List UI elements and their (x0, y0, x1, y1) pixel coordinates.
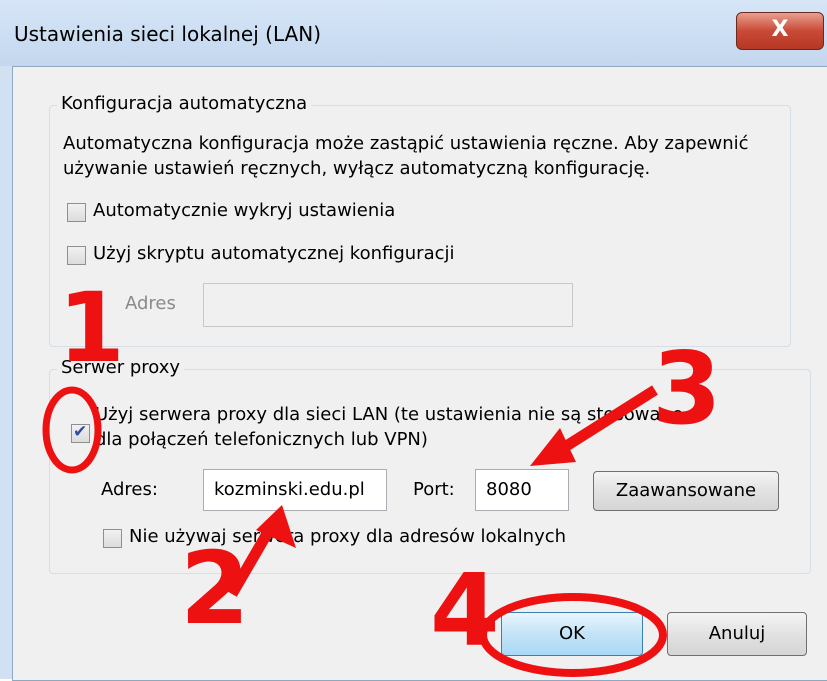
auto-config-group-label: Konfiguracja automatyczna (57, 93, 312, 114)
use-proxy-checkbox[interactable] (71, 422, 90, 443)
close-button[interactable]: X (736, 12, 824, 50)
annotation-step-3: 3 (652, 330, 722, 447)
auto-script-address-label: Adres (125, 293, 176, 314)
auto-detect-label[interactable]: Automatycznie wykryj ustawienia (93, 200, 395, 221)
proxy-port-label: Port: (413, 479, 455, 500)
use-proxy-label-line1[interactable]: Użyj serwera proxy dla sieci LAN (te ust… (95, 404, 683, 425)
auto-script-address-field (203, 283, 573, 327)
bypass-local-checkbox[interactable] (103, 529, 122, 548)
use-proxy-label-line2[interactable]: dla połączeń telefonicznych lub VPN) (95, 429, 428, 450)
auto-script-label[interactable]: Użyj skryptu automatycznej konfiguracji (93, 243, 455, 264)
title-bar[interactable]: Ustawienia sieci lokalnej (LAN) X (0, 0, 827, 66)
annotation-step-4: 4 (430, 552, 500, 669)
ok-button[interactable]: OK (501, 612, 643, 656)
auto-detect-checkbox[interactable] (67, 203, 86, 222)
proxy-address-label: Adres: (101, 479, 158, 500)
proxy-port-input[interactable]: 8080 (475, 469, 569, 511)
annotation-step-1: 1 (58, 272, 125, 384)
auto-config-description-line2: używanie ustawień ręcznych, wyłącz autom… (63, 158, 651, 179)
cancel-button[interactable]: Anuluj (667, 612, 807, 656)
auto-config-description-line1: Automatyczna konfiguracja może zastąpić … (63, 133, 749, 154)
advanced-button[interactable]: Zaawansowane (593, 471, 779, 511)
auto-script-checkbox[interactable] (67, 246, 86, 265)
proxy-address-input[interactable]: kozminski.edu.pl (203, 469, 387, 511)
annotation-step-2: 2 (180, 530, 250, 647)
window-title: Ustawienia sieci lokalnej (LAN) (14, 22, 321, 46)
